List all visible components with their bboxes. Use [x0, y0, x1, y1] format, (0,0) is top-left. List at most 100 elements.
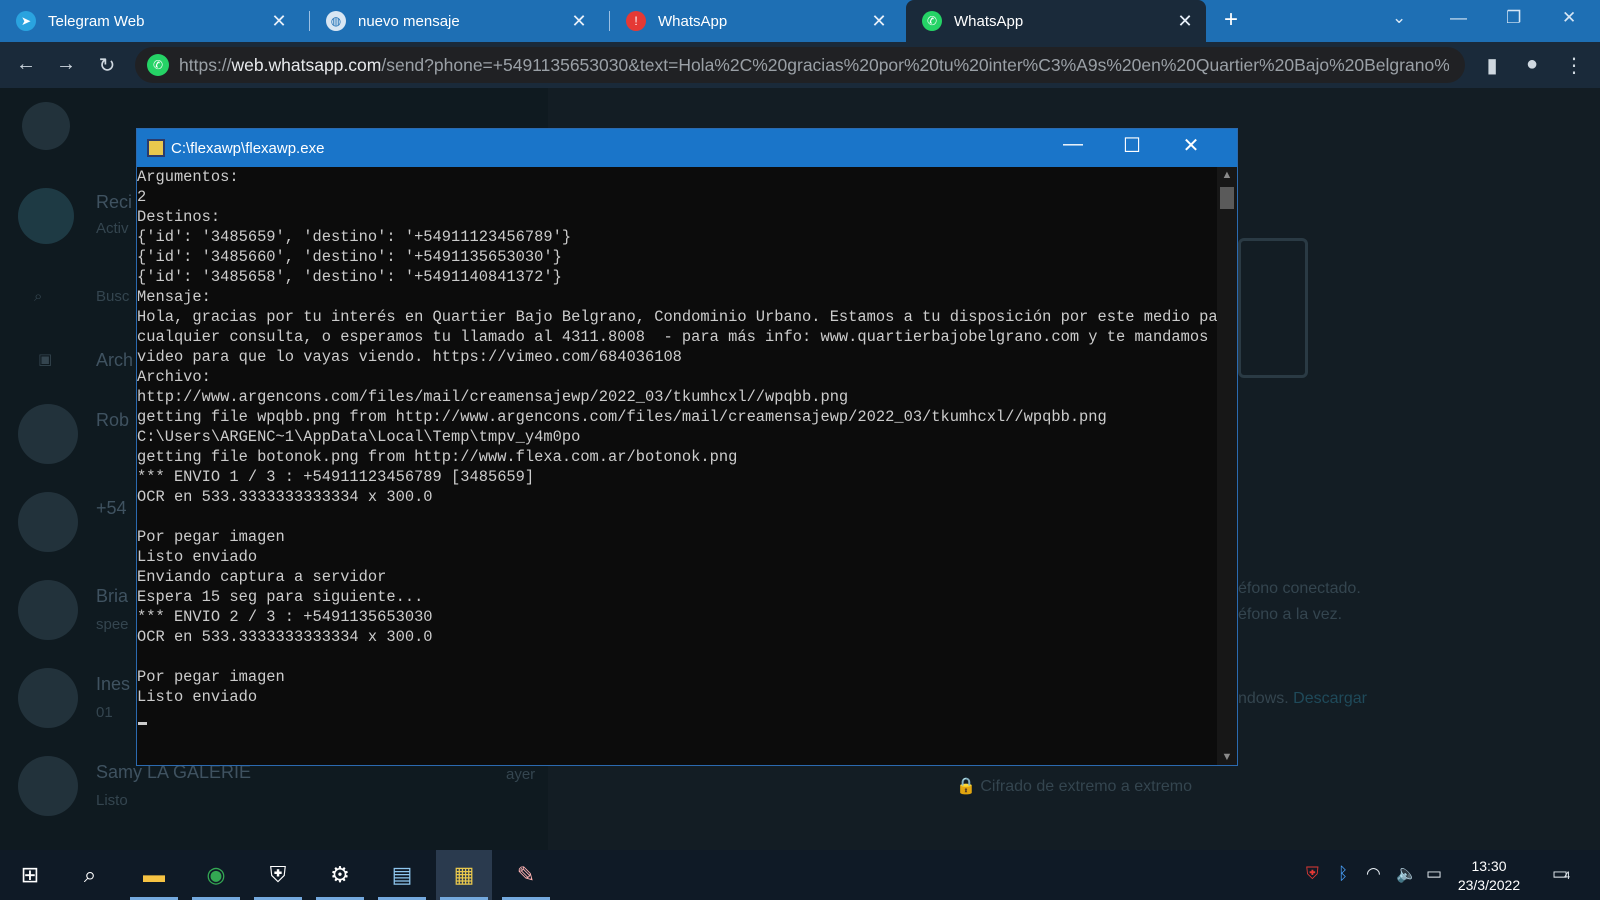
console-titlebar[interactable]: C:\flexawp\flexawp.exe — ☐ ✕ [137, 129, 1237, 167]
avatar [18, 188, 74, 244]
console-line: {'id': '3485660', 'destino': '+549113565… [137, 248, 562, 266]
console-line: {'id': '3485659', 'destino': '+549111234… [137, 228, 572, 246]
avatar [22, 102, 70, 150]
chrome-icon[interactable]: ◉ [188, 850, 244, 900]
python-icon [147, 139, 165, 157]
tab-whatsapp-active[interactable]: ✆ WhatsApp ✕ [906, 0, 1206, 42]
profile-icon[interactable]: ● [1520, 53, 1544, 76]
whatsapp-icon: ✆ [922, 11, 942, 31]
sidepanel-icon[interactable]: ▮ [1480, 53, 1504, 78]
search-placeholder: Busc [96, 288, 130, 305]
battery-icon[interactable]: ▭ [1426, 864, 1442, 884]
wifi-icon[interactable]: ◠ [1366, 864, 1381, 884]
avatar [18, 404, 78, 464]
clock[interactable]: 13:30 23/3/2022 [1448, 857, 1530, 895]
minimize-icon[interactable]: — [1053, 133, 1093, 156]
console-line: http://www.argencons.com/files/mail/crea… [137, 388, 849, 406]
tab-label: Telegram Web [48, 12, 145, 30]
scroll-up-icon[interactable]: ▲ [1217, 169, 1237, 181]
forward-icon[interactable]: → [54, 53, 78, 76]
clock-time: 13:30 [1471, 858, 1507, 874]
reload-icon[interactable]: ↻ [95, 53, 119, 78]
tab-telegram[interactable]: ➤ Telegram Web ✕ [0, 0, 300, 42]
console-line: Espera 15 seg para siguiente... [137, 588, 424, 606]
file-explorer-icon[interactable]: ▬ [126, 850, 182, 900]
notification-count: 4 [1564, 870, 1571, 882]
console-line: getting file wpqbb.png from http://www.a… [137, 408, 1107, 426]
back-icon[interactable]: ← [14, 53, 38, 76]
browser-toolbar: ← → ↻ ✆ https://web.whatsapp.com/send?ph… [0, 42, 1600, 88]
chat-time: ayer [506, 766, 536, 783]
maximize-icon[interactable]: ☐ [1112, 133, 1152, 158]
console-line: Enviando captura a servidor [137, 568, 387, 586]
whatsapp-site-icon: ✆ [147, 54, 169, 76]
scroll-thumb[interactable] [1220, 187, 1234, 209]
encryption-note: 🔒 Cifrado de extremo a extremo [956, 778, 1193, 795]
paint-icon[interactable]: ✎ [498, 850, 554, 900]
tab-label: WhatsApp [954, 12, 1024, 30]
tab-label: WhatsApp [658, 12, 728, 30]
new-tab-icon[interactable]: + [1224, 6, 1238, 34]
console-line: Por pegar imagen [137, 668, 285, 686]
minimize-icon[interactable]: — [1450, 8, 1467, 28]
close-tab-icon[interactable]: ✕ [570, 11, 588, 32]
close-icon[interactable]: ✕ [1171, 133, 1211, 158]
volume-icon[interactable]: 🔈 [1396, 864, 1417, 884]
alert-icon: ! [626, 11, 646, 31]
chat-sub: 01 [96, 704, 113, 721]
console-line: video para que lo vayas viendo. https://… [137, 348, 682, 366]
console-line: Archivo: [137, 368, 211, 386]
close-tab-icon[interactable]: ✕ [870, 11, 888, 32]
control-panel-icon[interactable]: ▤ [374, 850, 430, 900]
archive-icon: ▣ [38, 351, 53, 368]
telegram-icon: ➤ [16, 11, 36, 31]
tab-label: nuevo mensaje [358, 12, 460, 30]
browser-tab-strip: ➤ Telegram Web ✕ ◍ nuevo mensaje ✕ ! Wha… [0, 0, 1600, 42]
console-line: {'id': '3485658', 'destino': '+549114084… [137, 268, 562, 286]
console-scrollbar[interactable]: ▲ ▼ [1217, 167, 1237, 765]
chat-name: Rob [96, 410, 130, 430]
console-line: getting file botonok.png from http://www… [137, 448, 738, 466]
console-output[interactable]: Argumentos: 2 Destinos: {'id': '3485659', '… [137, 167, 1219, 765]
console-line: *** ENVIO 2 / 3 : +5491135653030 [137, 608, 433, 626]
avatar [18, 668, 78, 728]
console-cursor [138, 722, 147, 725]
address-bar[interactable]: ✆ https://web.whatsapp.com/send?phone=+5… [135, 47, 1465, 83]
console-line: Argumentos: [137, 168, 239, 186]
console-line: Por pegar imagen [137, 528, 285, 546]
avatar [18, 492, 78, 552]
tab-search-icon[interactable]: ⌄ [1392, 8, 1406, 28]
console-title: C:\flexawp\flexawp.exe [171, 139, 325, 157]
chat-sub: Listo [96, 792, 128, 809]
start-icon[interactable]: ⊞ [2, 850, 58, 900]
tab-nuevo-mensaje[interactable]: ◍ nuevo mensaje ✕ [310, 0, 600, 42]
tab-whatsapp-alert[interactable]: ! WhatsApp ✕ [610, 0, 900, 42]
laptop-illustration [1238, 238, 1308, 378]
menu-icon[interactable]: ⋮ [1562, 53, 1586, 78]
restore-icon[interactable]: ❐ [1506, 8, 1521, 28]
close-tab-icon[interactable]: ✕ [270, 11, 288, 32]
console-line: 2 [137, 188, 147, 206]
defender-alert-icon[interactable]: ⛨ [1306, 864, 1319, 884]
settings-gear-icon[interactable]: ⚙ [312, 850, 368, 900]
chat-name: Reci [96, 192, 133, 212]
security-shield-icon[interactable]: ⛨ [250, 850, 306, 900]
windows-taskbar: ⊞ ⌕ ▬ ◉ ⛨ ⚙ ▤ ▦ ✎ ⛨ ᛒ ◠ 🔈 ▭ 13:30 23/3/2… [0, 850, 1600, 900]
bluetooth-icon[interactable]: ᛒ [1338, 864, 1348, 884]
console-app-icon[interactable]: ▦ [436, 850, 492, 900]
intro-text-3: ndows. Descargar [1238, 690, 1367, 707]
chat-sub: Activ [96, 220, 129, 237]
notification-icon[interactable]: ▭4 [1552, 864, 1570, 884]
console-window: C:\flexawp\flexawp.exe — ☐ ✕ Argumentos:… [136, 128, 1238, 766]
chat-name: Ines [96, 674, 131, 694]
close-tab-icon[interactable]: ✕ [1176, 11, 1194, 32]
scroll-down-icon[interactable]: ▼ [1217, 751, 1237, 763]
search-icon[interactable]: ⌕ [62, 850, 118, 900]
chat-name: Bria [96, 586, 129, 606]
search-icon: ⌕ [34, 288, 43, 305]
close-window-icon[interactable]: ✕ [1562, 8, 1576, 28]
download-link[interactable]: Descargar [1293, 690, 1367, 707]
console-line: OCR en 533.3333333333334 x 300.0 [137, 488, 433, 506]
